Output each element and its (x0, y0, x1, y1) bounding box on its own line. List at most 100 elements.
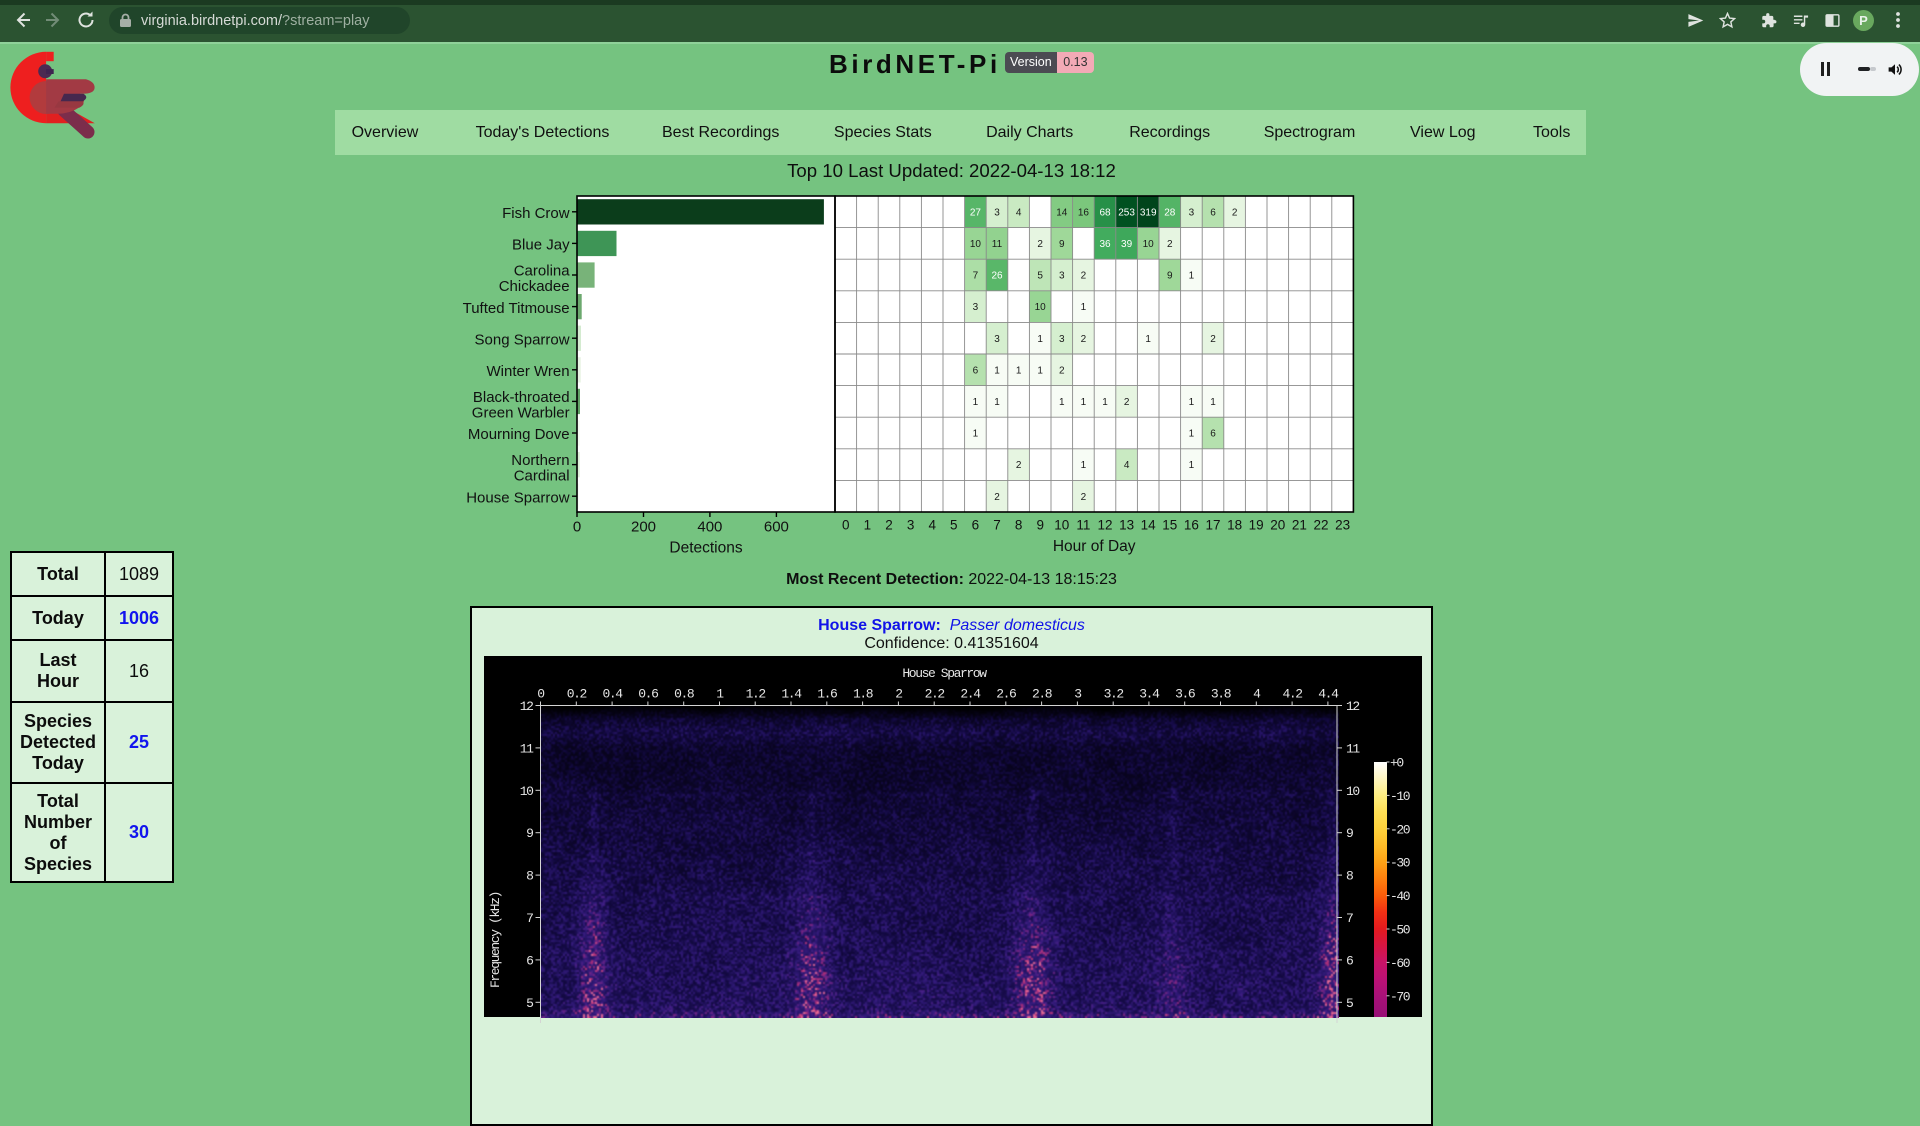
svg-text:-10: -10 (1390, 789, 1410, 804)
svg-text:Fish Crow: Fish Crow (502, 205, 570, 222)
svg-text:3: 3 (1189, 207, 1195, 218)
svg-text:8: 8 (1015, 518, 1023, 533)
svg-text:3.4: 3.4 (1139, 687, 1160, 702)
svg-text:10: 10 (1346, 784, 1359, 799)
svg-text:Winter Wren: Winter Wren (487, 363, 570, 380)
svg-text:16: 16 (1184, 518, 1199, 533)
svg-text:House Sparrow: House Sparrow (902, 666, 987, 681)
svg-text:8: 8 (526, 869, 533, 884)
svg-text:4: 4 (1016, 207, 1022, 218)
svg-text:1: 1 (1016, 365, 1022, 376)
svg-text:16: 16 (1078, 207, 1090, 218)
svg-text:0.4: 0.4 (602, 687, 623, 702)
svg-text:1.2: 1.2 (746, 687, 766, 702)
svg-text:22: 22 (1313, 518, 1328, 533)
svg-text:-60: -60 (1390, 956, 1410, 971)
svg-text:Cardinal: Cardinal (514, 468, 570, 485)
svg-text:2.6: 2.6 (996, 687, 1016, 702)
svg-text:9: 9 (1036, 518, 1044, 533)
svg-text:Detections: Detections (669, 540, 742, 557)
svg-text:3: 3 (1059, 271, 1065, 282)
svg-text:Frequency (kHz): Frequency (kHz) (488, 892, 503, 988)
svg-text:3.8: 3.8 (1211, 687, 1231, 702)
svg-text:6: 6 (1210, 207, 1216, 218)
svg-text:1.6: 1.6 (817, 687, 837, 702)
svg-text:-30: -30 (1390, 856, 1410, 871)
svg-text:13: 13 (1119, 518, 1134, 533)
svg-text:+0: +0 (1390, 756, 1403, 771)
svg-text:-40: -40 (1390, 889, 1410, 904)
svg-text:Song Sparrow: Song Sparrow (475, 331, 570, 348)
svg-text:11: 11 (1346, 741, 1360, 756)
svg-text:1: 1 (994, 397, 1000, 408)
svg-text:1: 1 (973, 397, 979, 408)
svg-text:11: 11 (1076, 518, 1090, 533)
svg-text:10: 10 (520, 784, 533, 799)
svg-text:5: 5 (526, 996, 533, 1011)
svg-text:3: 3 (1059, 334, 1065, 345)
svg-text:18: 18 (1227, 518, 1242, 533)
svg-text:15: 15 (1162, 518, 1177, 533)
svg-text:5: 5 (950, 518, 958, 533)
svg-text:3: 3 (973, 302, 979, 313)
svg-text:1: 1 (1189, 429, 1195, 440)
svg-text:2: 2 (1081, 492, 1087, 503)
svg-text:2: 2 (885, 518, 893, 533)
svg-text:3.2: 3.2 (1104, 687, 1124, 702)
svg-text:17: 17 (1205, 518, 1220, 533)
svg-text:Chickadee: Chickadee (499, 278, 570, 295)
svg-text:0.6: 0.6 (638, 687, 658, 702)
svg-text:12: 12 (520, 699, 533, 714)
svg-text:2: 2 (1167, 239, 1173, 250)
svg-text:9: 9 (1167, 271, 1173, 282)
svg-text:11: 11 (992, 239, 1003, 250)
svg-text:7: 7 (973, 271, 979, 282)
svg-text:0.8: 0.8 (674, 687, 694, 702)
svg-text:1: 1 (1189, 271, 1195, 282)
svg-text:Hour of Day: Hour of Day (1053, 538, 1136, 555)
svg-text:1: 1 (994, 365, 1000, 376)
svg-text:3: 3 (994, 207, 1000, 218)
svg-text:319: 319 (1140, 207, 1157, 218)
svg-text:7: 7 (993, 518, 1001, 533)
svg-text:9: 9 (526, 826, 533, 841)
svg-text:1: 1 (1145, 334, 1151, 345)
svg-text:0: 0 (537, 687, 544, 702)
svg-text:1: 1 (1081, 397, 1087, 408)
svg-text:23: 23 (1335, 518, 1350, 533)
svg-text:1: 1 (1059, 397, 1065, 408)
svg-text:-20: -20 (1390, 822, 1410, 837)
svg-text:1: 1 (1037, 334, 1043, 345)
svg-text:68: 68 (1099, 207, 1111, 218)
svg-text:2: 2 (994, 492, 1000, 503)
svg-text:600: 600 (764, 519, 789, 536)
svg-text:2: 2 (895, 687, 902, 702)
svg-text:2.8: 2.8 (1032, 687, 1052, 702)
svg-text:1: 1 (1081, 302, 1087, 313)
svg-text:2: 2 (1016, 460, 1022, 471)
svg-text:12: 12 (1346, 699, 1359, 714)
svg-text:1: 1 (1189, 397, 1195, 408)
svg-text:1: 1 (1081, 460, 1087, 471)
svg-text:6: 6 (1346, 953, 1353, 968)
svg-text:9: 9 (1346, 826, 1353, 841)
svg-text:5: 5 (1346, 996, 1353, 1011)
svg-text:Blue Jay: Blue Jay (512, 237, 570, 254)
svg-text:28: 28 (1164, 207, 1176, 218)
svg-text:10: 10 (1143, 239, 1155, 250)
svg-text:26: 26 (991, 271, 1003, 282)
svg-text:10: 10 (1054, 518, 1069, 533)
svg-text:39: 39 (1121, 239, 1133, 250)
svg-text:6: 6 (1210, 429, 1216, 440)
svg-text:4.2: 4.2 (1282, 687, 1302, 702)
svg-text:27: 27 (970, 207, 982, 218)
svg-text:9: 9 (1059, 239, 1065, 250)
svg-text:200: 200 (631, 519, 656, 536)
svg-text:2: 2 (1059, 365, 1065, 376)
svg-text:11: 11 (520, 741, 534, 756)
svg-text:6: 6 (526, 953, 533, 968)
svg-text:10: 10 (970, 239, 982, 250)
svg-text:3.6: 3.6 (1175, 687, 1195, 702)
svg-text:6: 6 (972, 518, 980, 533)
svg-text:36: 36 (1099, 239, 1111, 250)
